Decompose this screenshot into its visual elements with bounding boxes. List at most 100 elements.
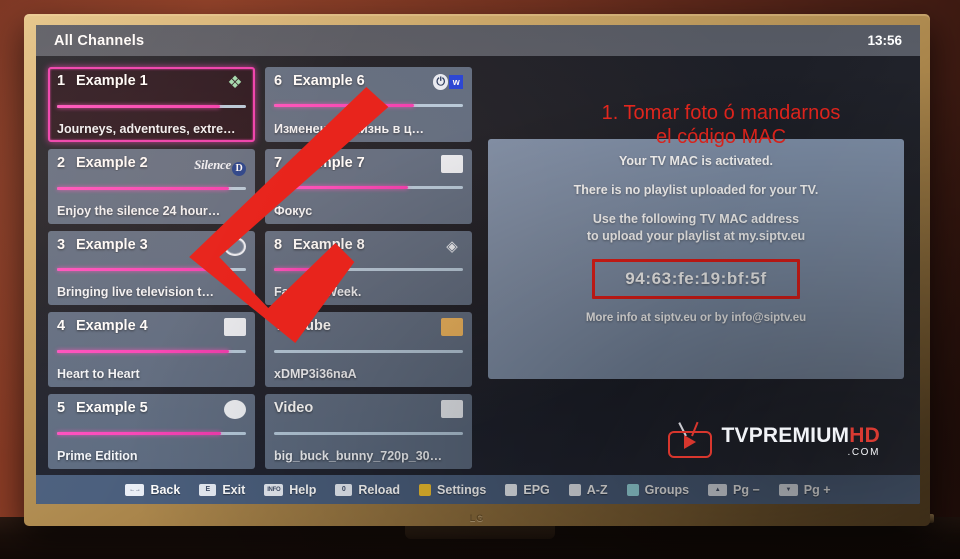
key-badge-icon: ▲ xyxy=(708,483,728,496)
hint-label: Settings xyxy=(437,482,487,497)
channel-title: 8 Example 8 xyxy=(274,237,365,253)
channel-title: Video xyxy=(274,400,313,416)
more-info-text: More info at siptv.eu or by info@siptv.e… xyxy=(585,312,807,324)
channel-progress-bar xyxy=(274,186,463,190)
television-bezel: LG All Channels 13:56 1 Example 1 ❖ Journey… xyxy=(24,14,930,526)
hint-settings[interactable]: Settings xyxy=(419,483,486,497)
channel-title: 4 Example 4 xyxy=(57,318,148,334)
hint-pg[interactable]: ▲ Pg − xyxy=(708,483,760,497)
channel-subtitle: Heart to Heart xyxy=(57,367,140,382)
hint-label: Reload xyxy=(358,482,401,497)
channel-card-header: 3 Example 3 xyxy=(57,236,246,256)
brand-wordmark: TVPREMIUMHD .COM xyxy=(721,425,880,458)
channel-progress-bar xyxy=(274,431,463,435)
channel-number: 5 xyxy=(57,400,66,417)
channel-card-header: Video xyxy=(274,400,463,419)
hint-label: Groups xyxy=(644,482,690,497)
channel-progress-bar xyxy=(57,105,246,109)
key-badge-icon xyxy=(505,483,518,496)
channel-title: 2 Example 2 xyxy=(57,155,148,171)
channel-number: 2 xyxy=(57,154,66,171)
channel-card-header: 4 Example 4 xyxy=(57,318,246,337)
channel-subtitle: big_buck_bunny_720p_30… xyxy=(274,448,443,463)
channel-card[interactable]: Video big_buck_bunny_720p_30… xyxy=(265,394,472,469)
hint-reload[interactable]: 0 Reload xyxy=(335,483,400,497)
hint-back[interactable]: ←→ Back xyxy=(125,483,180,497)
channel-card[interactable]: 2 Example 2 Silence D Enjoy the silence 24 h… xyxy=(48,148,255,224)
hint-label: EPG xyxy=(523,482,550,497)
no-playlist-text: There is no playlist uploaded for your T… xyxy=(573,182,819,197)
channel-progress-bar xyxy=(57,349,246,353)
channel-card-header: 1 Example 1 ❖ xyxy=(57,73,246,93)
channel-name: Youtube xyxy=(274,318,331,335)
hint-groups[interactable]: Groups xyxy=(626,482,690,497)
channel-progress-bar xyxy=(57,187,246,191)
channel-progress-bar xyxy=(274,104,463,108)
channel-number: 1 xyxy=(57,73,66,89)
key-badge-icon xyxy=(626,483,639,496)
mac-instructions: Use the following TV MAC address to uplo… xyxy=(587,211,805,247)
channel-card[interactable]: 3 Example 3 Bringing live television t… xyxy=(48,230,255,306)
mac-activated-text: Your TV MAC is activated. xyxy=(619,154,773,168)
clock: 13:56 xyxy=(867,33,902,48)
key-badge-icon: ▼ xyxy=(778,483,798,496)
channel-column-1: 1 Example 1 ❖ Journeys, adventures, extre… 2… xyxy=(48,67,255,469)
dot-icon xyxy=(224,400,246,420)
channel-subtitle: Fashion Week. xyxy=(274,285,362,300)
channel-card[interactable]: 6 Example 6 ⏻ w Изменение. Жизнь в ц… xyxy=(265,67,472,142)
channel-subtitle: Journeys, adventures, extre… xyxy=(57,121,236,136)
channel-title: 5 Example 5 xyxy=(57,400,148,416)
channel-card-header: 8 Example 8 ◈ xyxy=(274,237,463,256)
channel-progress-bar xyxy=(57,268,246,272)
channel-progress-bar xyxy=(274,349,463,353)
channel-progress-bar xyxy=(57,432,246,436)
channel-card-header: 6 Example 6 ⏻ w xyxy=(274,73,463,91)
square-icon xyxy=(224,318,246,337)
room-scene: LG All Channels 13:56 1 Example 1 ❖ Journey… xyxy=(0,0,960,559)
hint-help[interactable]: INFO Help xyxy=(264,483,316,497)
hint-pg[interactable]: ▼ Pg + xyxy=(778,483,831,497)
key-badge-icon: INFO xyxy=(264,483,284,496)
channel-card[interactable]: 7 Example 7 Фокус xyxy=(265,148,472,224)
channel-name: Example 7 xyxy=(293,154,365,171)
key-badge-icon: ←→ xyxy=(125,483,145,496)
mac-instructions-line1: Use the following TV MAC address xyxy=(592,211,800,226)
annotation-line-1: 1. Tomar foto ó mandarnos xyxy=(601,102,841,124)
hint-label: Exit xyxy=(222,482,246,497)
key-badge-icon xyxy=(568,483,581,496)
puzzle-icon: ❖ xyxy=(227,73,243,92)
channel-card[interactable]: 1 Example 1 ❖ Journeys, adventures, extre… xyxy=(48,67,255,142)
brand-name-red: HD xyxy=(849,423,880,447)
channel-card-header: 5 Example 5 xyxy=(57,400,246,420)
page-title: All Channels xyxy=(54,32,145,49)
channel-name: Example 4 xyxy=(76,318,148,335)
square-icon xyxy=(441,154,463,173)
channel-card-header: Youtube xyxy=(274,318,463,337)
channel-name: Video xyxy=(274,400,314,417)
mac-address-box: 94:63:fe:19:bf:5f xyxy=(592,259,800,299)
ring-icon xyxy=(224,236,246,256)
channel-name: Example 2 xyxy=(76,154,148,171)
channel-subtitle: Prime Edition xyxy=(57,448,138,463)
channel-card[interactable]: 5 Example 5 Prime Edition xyxy=(48,394,255,469)
square-icon xyxy=(441,400,463,419)
mac-info-panel: Your TV MAC is activated. There is no pl… xyxy=(488,139,904,379)
channel-title: 3 Example 3 xyxy=(57,237,148,253)
channel-subtitle: Bringing live television t… xyxy=(57,285,214,300)
key-badge-icon: E xyxy=(199,483,217,496)
channel-title: 6 Example 6 xyxy=(274,73,365,89)
hint-exit[interactable]: E Exit xyxy=(199,483,245,497)
hint-epg[interactable]: EPG xyxy=(505,482,550,497)
channel-name: Example 6 xyxy=(293,73,365,89)
hint-a-z[interactable]: A-Z xyxy=(568,483,608,497)
tv-play-icon xyxy=(668,421,713,458)
hint-label: Help xyxy=(289,482,317,497)
channel-card[interactable]: Youtube xDMP3i36naA xyxy=(265,312,472,388)
channel-card[interactable]: 4 Example 4 Heart to Heart xyxy=(48,312,255,388)
channel-card-header: 7 Example 7 xyxy=(274,154,463,173)
ow-logo-icon: ⏻ w xyxy=(433,73,463,91)
hint-label: Back xyxy=(150,482,181,497)
brand-domain: .COM xyxy=(847,446,880,458)
channel-card[interactable]: 8 Example 8 ◈ Fashion Week. xyxy=(265,230,472,306)
channel-subtitle: Enjoy the silence 24 hour… xyxy=(57,203,221,218)
